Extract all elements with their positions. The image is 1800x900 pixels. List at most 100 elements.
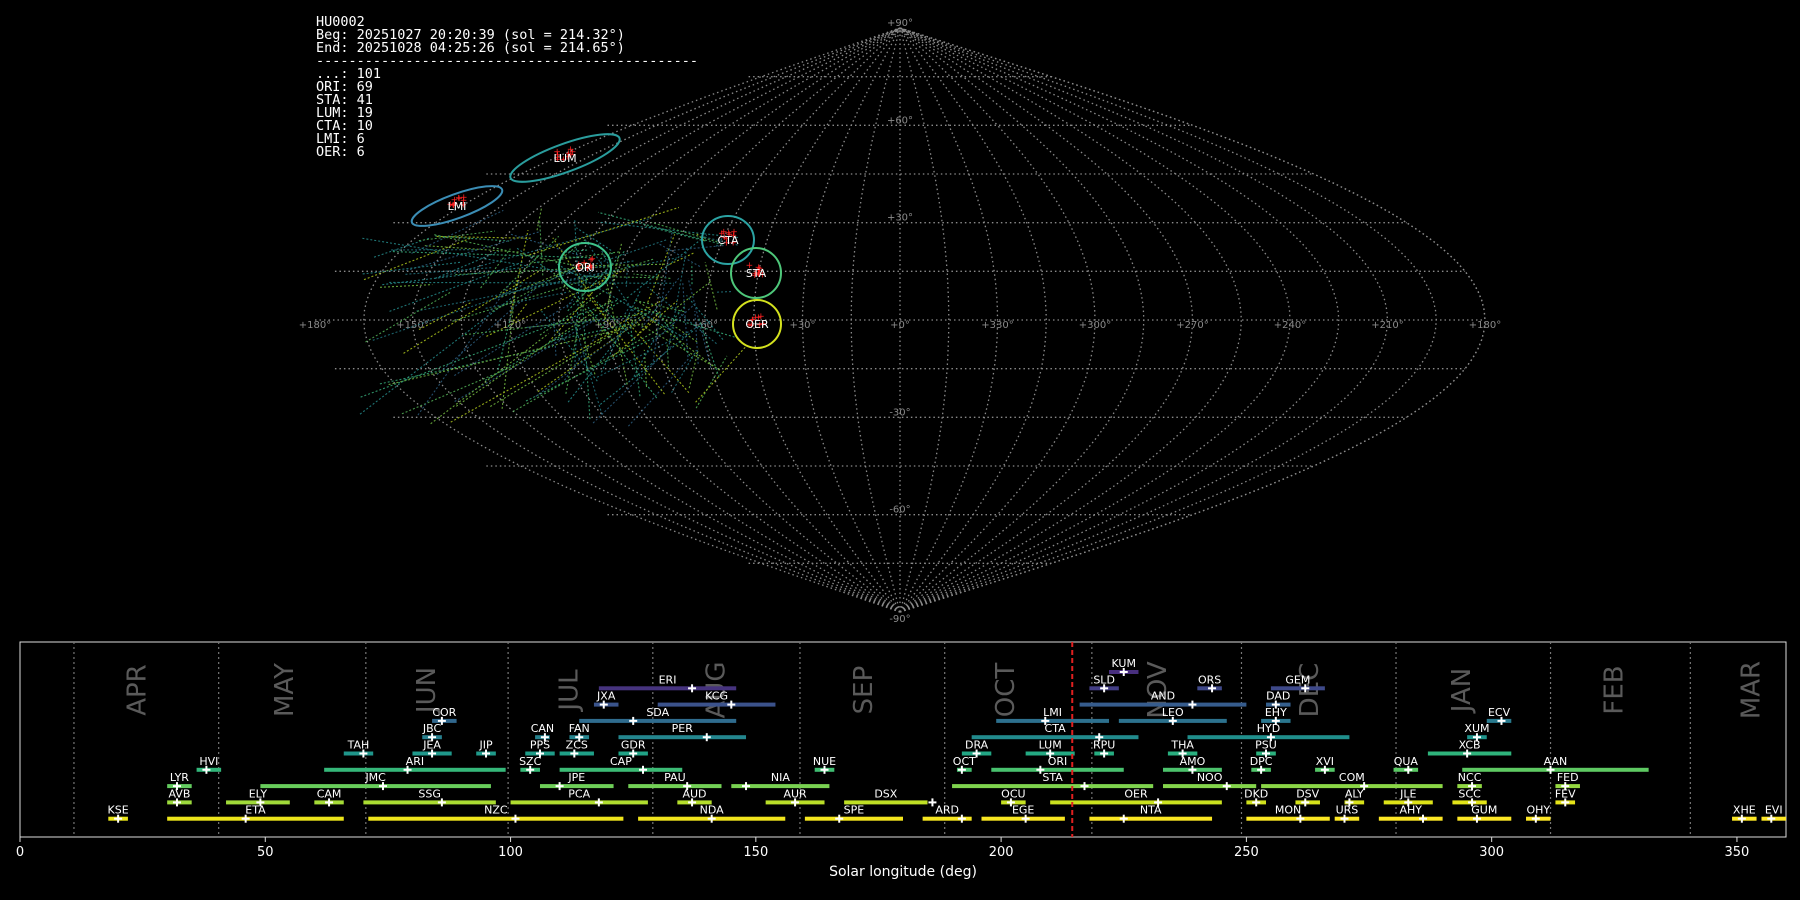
shower-label: SPE [844,804,865,817]
shower-label: NOO [1197,771,1223,784]
shower-jxa: JXA [593,690,619,709]
lat-tick-label: +30° [887,213,913,224]
shower-ecv: ECV [1486,706,1512,725]
shower-ors: ORS [1197,673,1222,693]
shower-label: ARI [406,755,424,768]
shower-label: STA [1042,771,1063,784]
shower-label: PPS [530,739,550,752]
meteor-trail [373,237,432,258]
meteor-trail [676,280,712,308]
x-tick-label: 200 [989,845,1014,860]
lat-tick-label: -90° [889,614,910,625]
shower-label: CTA [1045,722,1067,735]
shower-label: COM [1339,771,1365,784]
shower-label: AMO [1180,755,1206,768]
meteor-trail [418,302,471,331]
shower-label: KSE [108,804,129,817]
shower-label: AUD [682,787,706,800]
radiant-label: LMI [448,200,467,213]
month-label: SEP [849,666,879,715]
shower-qua: QUA [1393,755,1418,774]
shower-sld: SLD [1089,673,1119,693]
shower-label: ERI [659,673,677,686]
shower-label: PCA [568,787,590,800]
shower-bar [657,702,776,707]
shower-label: TAH [347,739,370,752]
meteor-trail [704,262,718,310]
shower-label: LUM [1039,739,1062,752]
shower-bar [510,800,648,805]
shower-label: AVB [168,787,190,800]
meteor-trail [455,299,612,407]
shower-fev: FEV [1555,787,1576,807]
lat-tick-label: +90° [887,18,913,29]
shower-label: SSG [418,787,441,800]
shower-label: MON [1275,804,1301,817]
meteor-trail [592,345,672,424]
shower-label: FED [1557,771,1579,784]
meteor-trail [716,291,732,293]
meteor-trail [580,276,591,420]
shower-label: AND [1151,690,1175,703]
shower-bar [1050,800,1222,805]
meteor-trail [695,355,728,409]
shower-cam: CAM [314,787,344,807]
meteor-trail [536,208,543,231]
x-tick-label: 350 [1725,845,1750,860]
radiant-label: LUM [553,152,576,165]
shower-label: ALY [1345,787,1364,800]
meteor-trail [574,220,578,263]
shower-label: OHY [1526,804,1550,817]
shower-label: DKD [1244,787,1268,800]
x-tick-label: 300 [1479,845,1504,860]
lon-tick-label: +210° [1371,320,1403,331]
radiant-label: CTA [717,234,739,247]
shower-label: NUE [813,755,836,768]
shower-label: GEM [1285,673,1310,686]
shower-bar [343,751,374,756]
meteor-trail [403,271,539,354]
radiant-label: STA [746,267,767,280]
shower-label: LMI [1043,706,1062,719]
lon-tick-label: +270° [1176,320,1208,331]
meteor-trail [584,263,666,267]
meteor-trail [654,308,693,360]
shower-label: LEO [1162,706,1184,719]
shower-label: XUM [1464,722,1489,735]
lon-tick-label: +300° [1079,320,1111,331]
shower-label: COR [432,706,456,719]
shower-label: JLE [1399,787,1416,800]
shower-dpc: DPC [1250,755,1273,774]
lon-tick-label: +0° [890,320,910,331]
shower-urs: URS [1334,804,1360,823]
shower-label: JMC [364,771,386,784]
shower-label: RPU [1093,739,1115,752]
shower-label: ELY [249,787,268,800]
meteor-trail [537,316,645,393]
shower-label: SLD [1093,673,1115,686]
shower-bar [167,816,344,821]
meteor-trail [362,261,462,275]
month-label: OCT [991,663,1021,718]
shower-xvi: XVI [1315,755,1335,774]
shower-szc: SZC [519,755,542,774]
shower-bar [579,718,737,723]
lat-tick-label: +60° [887,115,913,126]
shower-label: NZC [484,804,508,817]
shower-label: OCT [953,755,976,768]
meteor-trail [667,247,688,349]
shower-bar [1162,784,1257,789]
shower-label: DPC [1250,755,1273,768]
month-label: FEB [1599,665,1629,714]
shower-nue: NUE [813,755,836,774]
shower-evi: EVI [1761,804,1786,823]
month-label: JAN [1447,668,1477,714]
shower-tah: TAH [343,739,374,758]
shower-label: DSV [1296,787,1319,800]
meteor-trail [379,345,554,385]
shower-label: ORS [1198,673,1221,686]
shower-label: JXA [596,690,616,703]
shower-label: DRA [965,739,989,752]
shower-label: GUM [1471,804,1497,817]
shower-label: ECV [1488,706,1511,719]
